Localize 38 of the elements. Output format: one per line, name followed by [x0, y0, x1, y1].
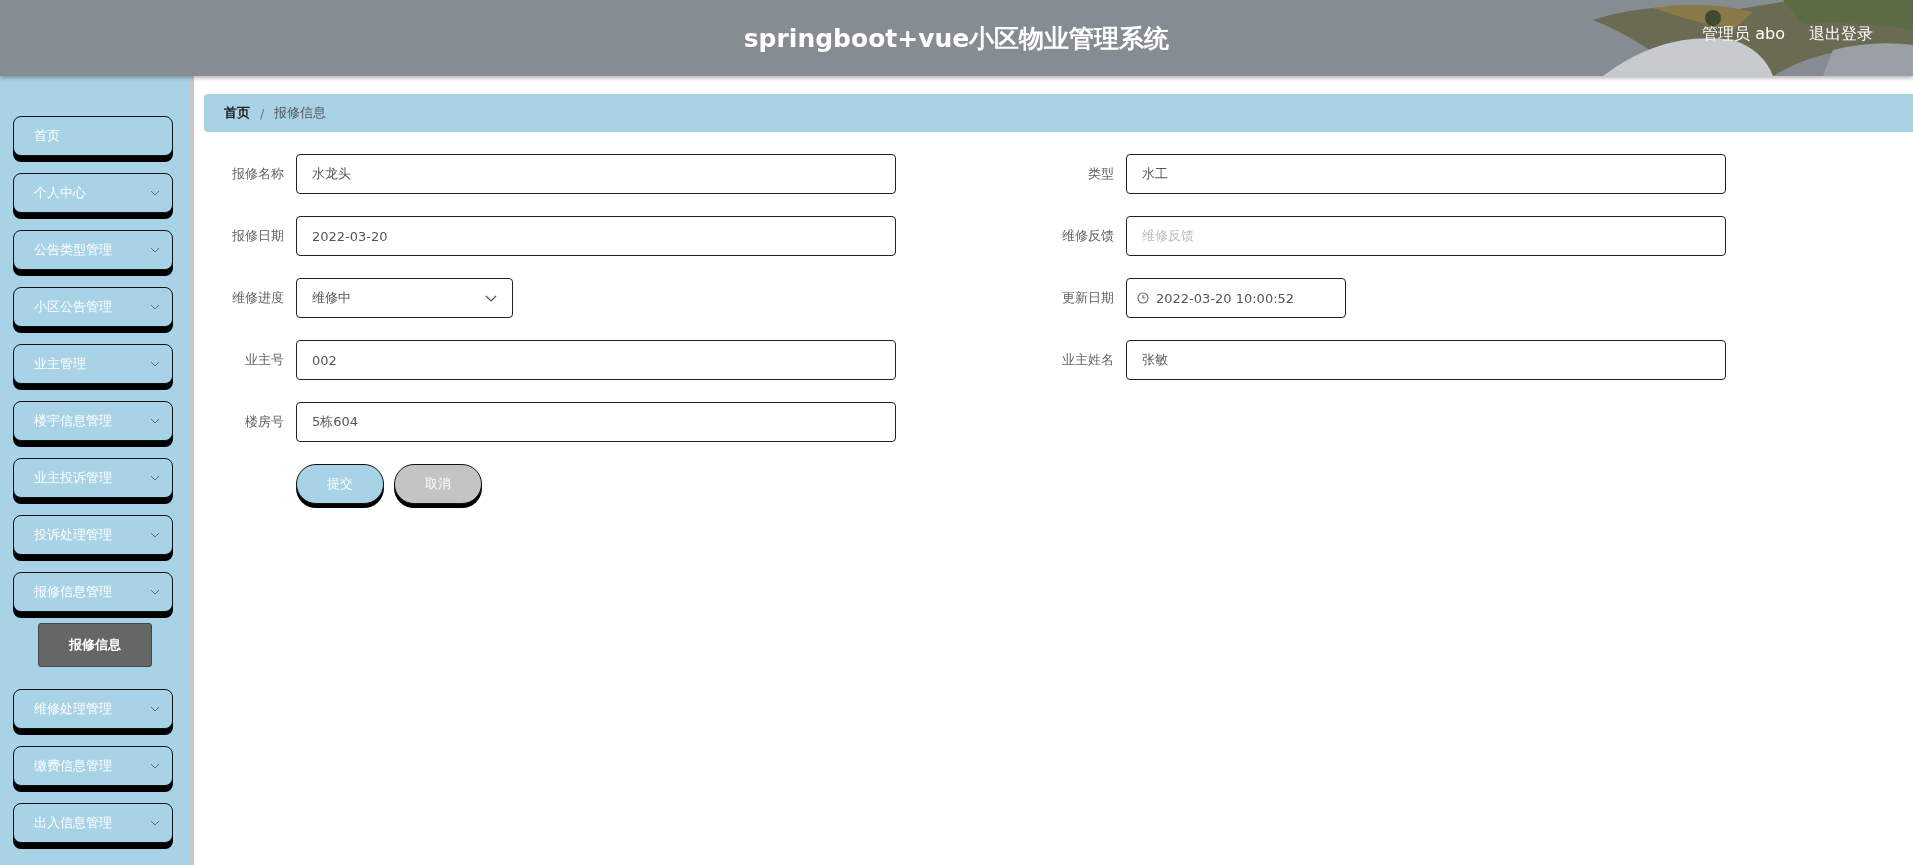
caret-icon — [150, 763, 160, 769]
breadcrumb-item: 报修信息 — [274, 104, 327, 122]
clock-icon — [1137, 292, 1149, 304]
user-name: 管理员 abo — [1702, 24, 1785, 45]
input-field[interactable]: 维修反馈 — [1126, 216, 1726, 256]
submenu-item[interactable]: 报修信息 — [38, 623, 152, 667]
field-label: 维修进度 — [231, 289, 285, 307]
logout-link[interactable]: 退出登录 — [1809, 24, 1873, 45]
field-label: 业主姓名 — [1061, 351, 1115, 369]
datetime-field[interactable]: 2022-03-20 10:00:52 — [1126, 278, 1346, 318]
field-label: 更新日期 — [1061, 289, 1115, 307]
caret-icon — [150, 361, 160, 367]
caret-icon — [150, 820, 160, 826]
caret-icon — [150, 532, 160, 538]
field-label: 报修名称 — [231, 165, 285, 183]
caret-icon — [150, 304, 160, 310]
input-field[interactable]: 002 — [296, 340, 896, 380]
field-label: 楼房号 — [244, 413, 285, 431]
input-field[interactable]: 5栋604 — [296, 402, 896, 442]
caret-icon — [150, 247, 160, 253]
select-field[interactable]: 维修中 — [296, 278, 513, 318]
field-label: 类型 — [1087, 165, 1115, 183]
chevron-down-icon — [485, 294, 497, 302]
caret-icon — [150, 475, 160, 481]
app-title: springboot+vue小区物业管理系统 — [743, 22, 1170, 55]
caret-icon — [150, 418, 160, 424]
field-label: 报修日期 — [231, 227, 285, 245]
caret-icon — [150, 706, 160, 712]
input-field[interactable]: 张敏 — [1126, 340, 1726, 380]
input-field[interactable]: 2022-03-20 — [296, 216, 896, 256]
field-label: 业主号 — [244, 351, 285, 369]
input-field[interactable]: 水工 — [1126, 154, 1726, 194]
input-field[interactable]: 水龙头 — [296, 154, 896, 194]
breadcrumb-item[interactable]: 首页 — [224, 104, 250, 122]
breadcrumb-separator: / — [260, 105, 265, 121]
field-label: 维修反馈 — [1061, 227, 1115, 245]
caret-icon — [150, 190, 160, 196]
caret-icon — [150, 589, 160, 595]
